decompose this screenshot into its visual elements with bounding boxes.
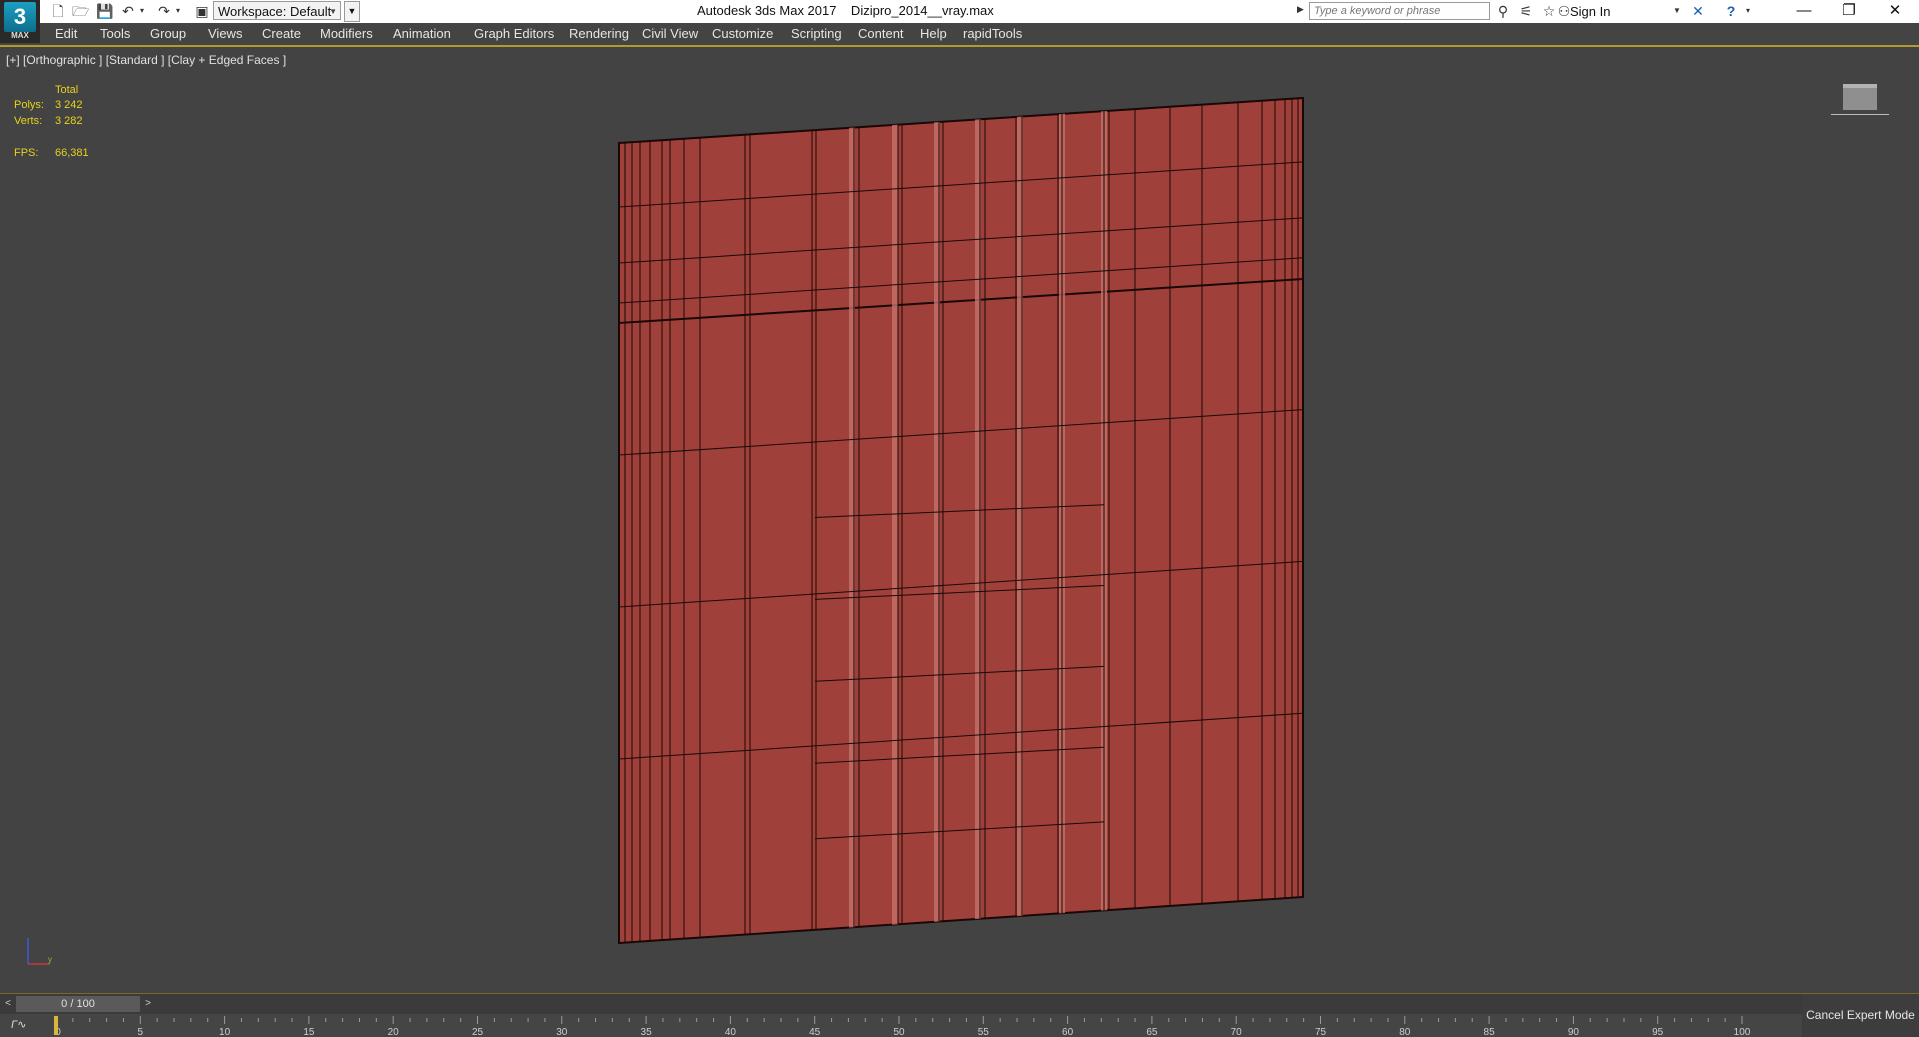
help-dropdown-icon[interactable]: ▾ [1743, 3, 1753, 19]
menu-rendering[interactable]: Rendering [569, 26, 629, 41]
ruler-tick-label: 25 [472, 1027, 484, 1037]
application-menu-button[interactable]: 3 MAX [0, 0, 40, 43]
workspace-label: Workspace: Default [218, 4, 332, 19]
ruler-tick-label: 95 [1652, 1027, 1664, 1037]
app-logo-label: MAX [11, 31, 29, 40]
sign-in-link[interactable]: Sign In [1570, 4, 1610, 19]
close-icon[interactable]: ✕ [1872, 0, 1918, 23]
stats-fps-label: FPS: [14, 147, 39, 159]
time-slider-next-button[interactable]: > [141, 996, 155, 1011]
ruler-tick-label: 30 [556, 1027, 568, 1037]
workspace-dropdown[interactable]: Workspace: Default ▼ [213, 1, 341, 20]
ruler-tick-label: 100 [1734, 1027, 1751, 1037]
menu-content[interactable]: Content [858, 26, 904, 41]
save-file-icon[interactable]: 💾 [96, 3, 113, 19]
stats-polys-label: Polys: [14, 99, 44, 111]
app-logo-icon: 3 [4, 2, 36, 32]
menu-customize[interactable]: Customize [712, 26, 773, 41]
chevron-down-icon: ▼ [329, 7, 337, 16]
exchange-apps-icon[interactable]: ✕ [1689, 3, 1707, 19]
menu-scripting[interactable]: Scripting [791, 26, 842, 41]
open-file-icon[interactable]: 🗁 [72, 3, 89, 19]
track-bar[interactable]: Γ∿ 0510152025303540455055606570758085909… [0, 1014, 1919, 1037]
door-mesh[interactable] [0, 47, 1919, 992]
favorites-star-icon[interactable]: ☆ [1541, 3, 1557, 19]
minimize-icon[interactable]: — [1781, 0, 1827, 23]
menu-views[interactable]: Views [208, 26, 242, 41]
menu-rapidtools[interactable]: rapidTools [963, 26, 1022, 41]
orthographic-viewport[interactable]: [+] [Orthographic ] [Standard ] [Clay + … [0, 47, 1919, 992]
search-expand-icon[interactable]: ▶ [1297, 4, 1304, 15]
time-slider-thumb[interactable]: 0 / 100 [16, 996, 140, 1012]
current-frame-marker[interactable] [54, 1016, 58, 1035]
menu-animation[interactable]: Animation [393, 26, 451, 41]
project-folder-icon[interactable]: ▣ [194, 3, 210, 19]
binoculars-icon[interactable]: ⚲ [1495, 3, 1511, 19]
redo-dropdown-icon[interactable]: ▾ [173, 3, 183, 19]
ruler-tick-label: 60 [1062, 1027, 1074, 1037]
viewcube-face[interactable] [1843, 84, 1877, 110]
viewport-label-menu[interactable]: [+] [Orthographic ] [Standard ] [Clay + … [6, 53, 286, 67]
menu-edit[interactable]: Edit [55, 26, 77, 41]
ruler-tick-label: 10 [219, 1027, 231, 1037]
ruler-tick-label: 85 [1484, 1027, 1496, 1037]
menu-graph-editors[interactable]: Graph Editors [474, 26, 554, 41]
restore-icon[interactable]: ❐ [1826, 0, 1872, 23]
svg-text:y: y [48, 955, 52, 964]
menu-modifiers[interactable]: Modifiers [320, 26, 373, 41]
ruler-tick-label: 65 [1146, 1027, 1158, 1037]
undo-dropdown-icon[interactable]: ▾ [137, 3, 147, 19]
cancel-expert-mode-button[interactable]: Cancel Expert Mode [1802, 994, 1919, 1037]
ruler-tick-label: 55 [978, 1027, 990, 1037]
ruler-tick-label: 90 [1568, 1027, 1580, 1037]
window-title: Autodesk 3ds Max 2017 Dizipro_2014__vray… [697, 3, 994, 18]
undo-icon[interactable]: ↶ [120, 3, 136, 19]
ruler-tick-label: 15 [303, 1027, 315, 1037]
title-bar: 🗋 🗁 💾 ↶ ▾ ↷ ▾ ▣ Workspace: Default ▼ ▼ A… [0, 0, 1919, 24]
communication-center-icon[interactable]: ⚟ [1518, 3, 1534, 19]
time-slider-prev-button[interactable]: < [1, 996, 15, 1011]
time-slider[interactable]: < 0 / 100 > [0, 993, 1919, 1014]
new-file-icon[interactable]: 🗋 [50, 3, 66, 19]
menu-bar: Edit Tools Group Views Create Modifiers … [0, 23, 1919, 47]
stats-polys-value: 3 242 [55, 99, 83, 111]
ruler-tick-label: 40 [725, 1027, 737, 1037]
viewcube-ring [1831, 114, 1889, 115]
ruler-tick-label: 70 [1231, 1027, 1243, 1037]
viewcube[interactable] [1831, 84, 1889, 118]
stats-header: Total [55, 84, 79, 96]
ruler-tick-label: 75 [1315, 1027, 1327, 1037]
sign-in-dropdown-icon[interactable]: ▼ [1673, 6, 1681, 15]
ruler-tick-label: 5 [138, 1027, 144, 1037]
menu-create[interactable]: Create [262, 26, 301, 41]
quick-access-customize-icon[interactable]: ▼ [344, 1, 360, 22]
frame-ruler[interactable]: 0510152025303540455055606570758085909510… [0, 1014, 1800, 1037]
help-icon[interactable]: ? [1722, 3, 1740, 19]
ruler-tick-label: 35 [641, 1027, 653, 1037]
redo-icon[interactable]: ↷ [156, 3, 172, 19]
menu-help[interactable]: Help [920, 26, 947, 41]
stats-verts-label: Verts: [14, 115, 43, 127]
menu-tools[interactable]: Tools [100, 26, 130, 41]
ruler-tick-label: 45 [809, 1027, 821, 1037]
user-icon: ⚇ [1557, 3, 1571, 19]
ruler-tick-label: 50 [893, 1027, 905, 1037]
menu-group[interactable]: Group [150, 26, 186, 41]
stats-fps-value: 66,381 [55, 147, 89, 159]
search-input[interactable] [1309, 2, 1490, 20]
menu-civil-view[interactable]: Civil View [642, 26, 698, 41]
ruler-tick-label: 20 [388, 1027, 400, 1037]
axis-tripod-icon: y [27, 938, 52, 965]
stats-verts-value: 3 282 [55, 115, 83, 127]
ruler-tick-label: 80 [1399, 1027, 1411, 1037]
